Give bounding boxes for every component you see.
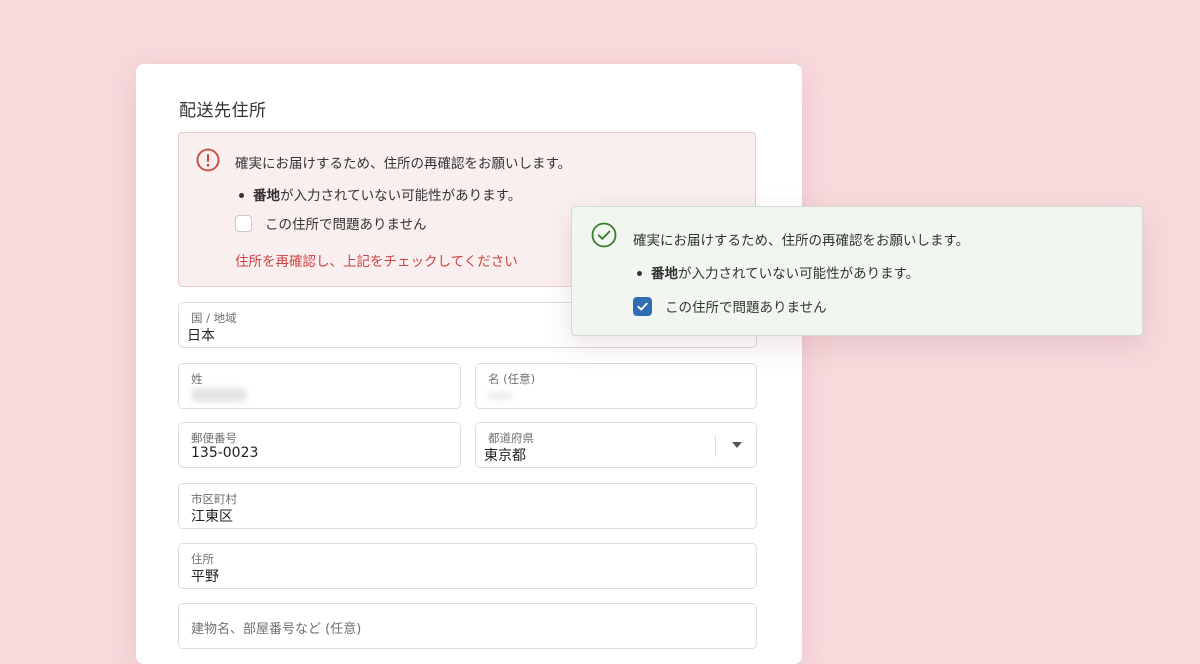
chevron-down-icon[interactable] [732,442,742,448]
confirm-address-checkbox-row[interactable]: この住所で問題ありません [235,213,427,233]
alert-error-text: 住所を再確認し、上記をチェックしてください [235,254,518,270]
alert-bullet-text: が入力されていない可能性があります。 [280,188,522,204]
bullet-dot [239,192,244,198]
country-label: 国 / 地域 [191,311,237,325]
first-name-input[interactable]: 名 (任意) [475,363,757,409]
shipping-address-card: 配送先住所 確実にお届けするため、住所の再確認をお願いします。 番地が入力されて… [136,64,802,664]
postal-code-label: 郵便番号 [191,431,237,445]
confirmed-checkbox-row[interactable]: この住所で問題ありません [633,296,827,316]
confirmed-bullet: 番地が入力されていない可能性があります。 [637,262,919,282]
postal-code-input[interactable]: 郵便番号 135-0023 [178,422,461,468]
city-label: 市区町村 [191,492,237,506]
redacted-value [488,392,512,400]
select-divider [715,435,716,457]
city-value: 江東区 [191,509,233,525]
building-input[interactable]: 建物名、部屋番号など (任意) [178,603,757,649]
prefecture-select[interactable]: 都道府県 東京都 [475,422,757,468]
last-name-input[interactable]: 姓 [178,363,461,409]
exclamation-circle-icon [196,148,220,172]
prefecture-value: 東京都 [484,448,526,464]
page-title: 配送先住所 [179,101,267,121]
address-confirmed-panel: 確実にお届けするため、住所の再確認をお願いします。 番地が入力されていない可能性… [571,206,1143,336]
last-name-label: 姓 [191,372,203,386]
address-input[interactable]: 住所 平野 [178,543,757,589]
redacted-value [191,388,247,402]
address-value: 平野 [191,569,219,585]
confirmed-bullet-bold: 番地 [651,266,678,282]
confirmed-checkbox[interactable] [633,296,652,316]
bullet-dot [637,270,642,276]
country-value: 日本 [187,328,215,344]
confirmed-message: 確実にお届けするため、住所の再確認をお願いします。 [633,233,970,249]
confirmed-bullet-text: が入力されていない可能性があります。 [678,266,920,282]
postal-code-value: 135-0023 [191,445,259,461]
confirm-address-label: この住所で問題ありません [265,217,427,233]
prefecture-label: 都道府県 [488,431,534,445]
first-name-label: 名 (任意) [488,372,536,386]
building-label: 建物名、部屋番号など (任意) [191,622,362,637]
check-circle-icon [591,222,617,248]
city-input[interactable]: 市区町村 江東区 [178,483,757,529]
checkmark-icon [637,302,648,310]
confirm-address-checkbox[interactable] [235,214,252,232]
alert-message: 確実にお届けするため、住所の再確認をお願いします。 [235,156,572,172]
alert-bullet: 番地が入力されていない可能性があります。 [239,184,521,204]
confirmed-checkbox-label: この住所で問題ありません [665,300,827,316]
address-label: 住所 [191,552,214,566]
alert-bullet-bold: 番地 [253,188,280,204]
